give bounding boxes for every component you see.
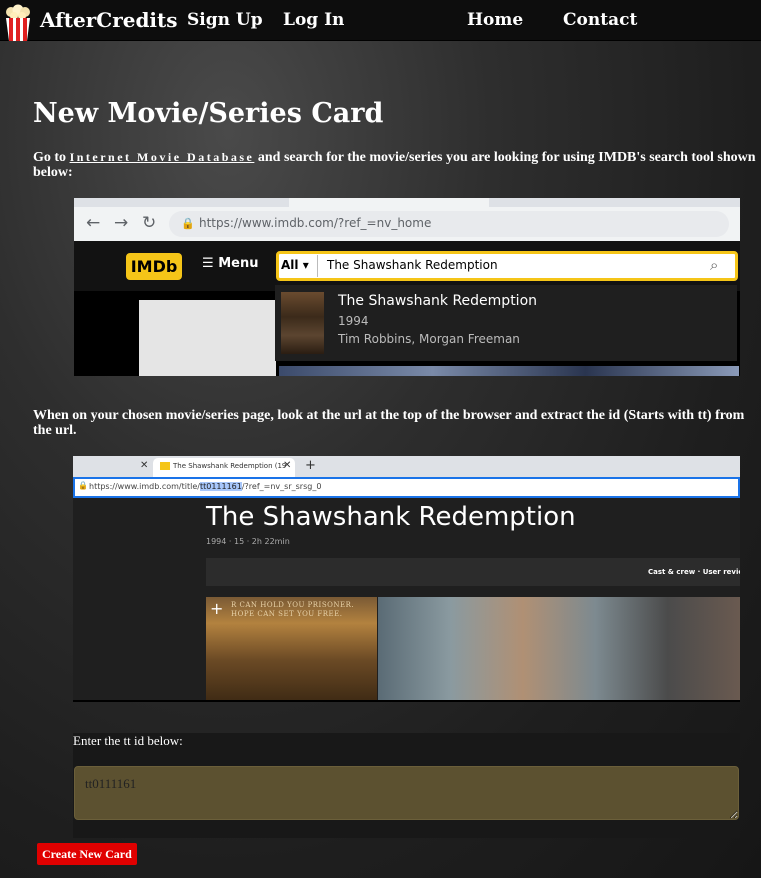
imdb-search-screenshot: ← → ↻ 🔒 https://www.imdb.com/?ref_=nv_ho…: [74, 198, 740, 376]
new-tab-icon: +: [305, 458, 316, 473]
top-navbar: AfterCredits Sign Up Log In Home Contact: [0, 0, 761, 41]
poster-tagline: R CAN HOLD YOU PRISONER. HOPE CAN SET YOU…: [231, 601, 354, 619]
search-divider: [317, 255, 318, 277]
search-category-label: All: [281, 258, 299, 272]
poster-tagline-line1: R CAN HOLD YOU PRISONER.: [231, 601, 355, 609]
url-id-highlight: tt0111161: [199, 482, 242, 491]
imdb-link[interactable]: Internet Movie Database: [70, 150, 255, 164]
tab-title: The Shawshank Redemption (19: [173, 462, 287, 470]
result-year: 1994: [338, 314, 369, 328]
close-icon: ✕: [140, 460, 149, 471]
imdb-menu-label: Menu: [218, 256, 259, 271]
tt-id-label: Enter the tt id below:: [73, 733, 183, 748]
address-text: https://www.imdb.com/title/tt0111161/?re…: [89, 482, 321, 491]
result-strip: [279, 366, 739, 376]
search-icon: ⌕: [710, 256, 719, 274]
browser-tab: [289, 198, 489, 207]
nav-log-in[interactable]: Log In: [283, 10, 344, 30]
popcorn-icon[interactable]: [3, 4, 33, 42]
lock-icon: 🔒: [181, 217, 195, 230]
result-poster: [281, 292, 324, 354]
nav-sign-up[interactable]: Sign Up: [187, 10, 263, 30]
imdb-favicon-icon: [160, 462, 170, 470]
result-cast: Tim Robbins, Morgan Freeman: [338, 332, 520, 346]
instruction-prefix: Go to: [33, 150, 67, 165]
movie-meta: 1994 · 15 · 2h 22min: [206, 537, 290, 546]
hero-image: [139, 300, 276, 376]
movie-subnav-links: Cast & crew · User revie: [648, 568, 740, 576]
movie-title: The Shawshank Redemption: [206, 502, 576, 532]
screenshot-bottom-border: [73, 700, 740, 702]
forward-arrow-icon: →: [114, 213, 129, 233]
create-card-button[interactable]: Create New Card: [37, 843, 137, 865]
lock-icon: 🔒: [78, 481, 88, 490]
instruction-search: Go to Internet Movie Database and search…: [33, 150, 758, 180]
imdb-search-query: The Shawshank Redemption: [327, 258, 498, 272]
imdb-search-category: All ▾: [281, 258, 309, 272]
add-to-watchlist-icon: +: [210, 599, 224, 618]
reload-icon: ↻: [142, 213, 157, 233]
nav-home[interactable]: Home: [467, 10, 523, 30]
movie-still-photo: [378, 597, 740, 702]
page-title: New Movie/Series Card: [33, 98, 384, 129]
imdb-menu: ☰ Menu: [202, 256, 259, 271]
imdb-title-screenshot: ✕ The Shawshank Redemption (19 ✕ + 🔒 htt…: [73, 456, 740, 702]
instruction-extract-id: When on your chosen movie/series page, l…: [33, 408, 745, 438]
poster-tagline-line2: HOPE CAN SET YOU FREE.: [231, 610, 343, 618]
close-icon: ✕: [283, 460, 292, 471]
url-suffix: /?ref_=nv_sr_srsg_0: [241, 482, 322, 491]
brand-name[interactable]: AfterCredits: [40, 8, 178, 32]
url-prefix: https://www.imdb.com/title/: [89, 482, 200, 491]
imdb-logo: IMDb: [126, 253, 182, 280]
address-text: https://www.imdb.com/?ref_=nv_home: [199, 216, 432, 230]
tt-id-input[interactable]: [74, 766, 739, 820]
result-title: The Shawshank Redemption: [338, 293, 538, 309]
nav-contact[interactable]: Contact: [563, 10, 637, 30]
back-arrow-icon: ←: [86, 213, 101, 233]
